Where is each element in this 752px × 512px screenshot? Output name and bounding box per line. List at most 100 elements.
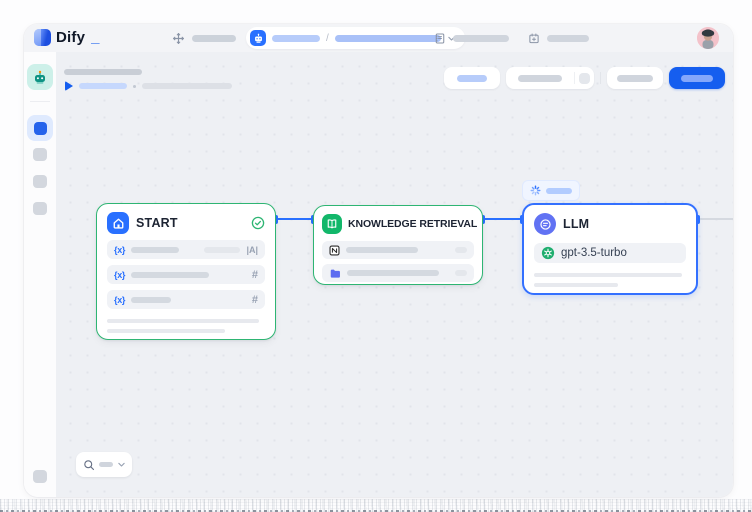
preview-button[interactable]: [607, 67, 663, 89]
placeholder-bar: [192, 35, 236, 42]
move-icon: [172, 32, 185, 45]
placeholder-bar: [546, 188, 572, 194]
sidebar-item[interactable]: [33, 175, 47, 188]
edge-knowledge-to-llm: [483, 218, 522, 220]
placeholder-bar: [142, 83, 232, 89]
canvas-toolbar: [444, 67, 725, 89]
app-selector[interactable]: /: [246, 27, 465, 49]
node-description: [534, 273, 686, 287]
robot-icon: [250, 30, 266, 46]
run-button[interactable]: [506, 67, 574, 89]
node-title: START: [136, 216, 244, 230]
sidebar-item-settings[interactable]: [33, 470, 47, 483]
run-info: [65, 81, 232, 91]
left-sidebar: [24, 52, 56, 497]
sidebar-divider: [30, 101, 50, 102]
workflow-title-placeholder: [64, 69, 142, 75]
notion-icon: [329, 245, 340, 256]
llm-running-badge: [522, 180, 580, 201]
text-type-icon: |A|: [246, 245, 258, 255]
workflow-canvas[interactable]: START {x} |A| {x} # {x} #: [56, 52, 733, 497]
node-header: START: [107, 212, 265, 234]
node-header: KNOWLEDGE RETRIEVAL: [322, 214, 474, 234]
publish-button[interactable]: [669, 67, 725, 89]
placeholder-square: [579, 73, 590, 84]
top-header: Dify _ /: [24, 24, 733, 52]
workspace-switcher[interactable]: [172, 24, 236, 52]
node-title: KNOWLEDGE RETRIEVAL: [348, 218, 477, 230]
path-separator: /: [326, 33, 329, 44]
placeholder-bar: [131, 272, 209, 278]
calendar-plus-icon: [528, 32, 540, 45]
placeholder-bar: [455, 270, 467, 276]
placeholder-bar: [335, 35, 441, 42]
variable-row[interactable]: {x} #: [107, 265, 265, 284]
number-type-icon: #: [252, 294, 258, 306]
placeholder-bar: [617, 75, 653, 82]
features-button[interactable]: [444, 67, 500, 89]
dot-separator: [133, 85, 136, 88]
dataset-row[interactable]: [322, 241, 474, 259]
placeholder-bar: [457, 75, 487, 82]
check-circle-icon: [251, 216, 265, 230]
placeholder-bar: [272, 35, 320, 42]
variable-row[interactable]: {x} |A|: [107, 240, 265, 259]
placeholder-bar: [107, 329, 225, 333]
node-llm[interactable]: LLM gpt-3.5-turbo: [522, 203, 698, 295]
screenshot-noise-artifact: [0, 499, 752, 512]
placeholder-bar: [547, 35, 589, 42]
app-window: Dify _ /: [24, 24, 733, 497]
placeholder-bar: [681, 75, 713, 82]
play-icon[interactable]: [65, 81, 73, 91]
sidebar-item-workflow-active[interactable]: [27, 115, 53, 141]
sidebar-item[interactable]: [33, 202, 47, 215]
placeholder-bar: [347, 270, 439, 276]
placeholder-bar: [455, 247, 467, 253]
run-app-split-button[interactable]: [506, 67, 594, 89]
model-name: gpt-3.5-turbo: [561, 247, 627, 259]
zoom-control[interactable]: [76, 452, 132, 477]
node-title: LLM: [563, 217, 686, 231]
placeholder-bar: [131, 247, 179, 253]
variable-icon: {x}: [114, 295, 125, 305]
more-button[interactable]: [575, 67, 594, 89]
notebook-icon: [434, 32, 446, 45]
placeholder-bar: [534, 273, 682, 277]
brand-wordmark: Dify: [56, 29, 85, 46]
placeholder-bar: [346, 247, 418, 253]
placeholder-bar: [518, 75, 562, 82]
placeholder-bar: [453, 35, 509, 42]
variable-icon: {x}: [114, 270, 125, 280]
node-start[interactable]: START {x} |A| {x} # {x} #: [96, 203, 276, 340]
user-avatar[interactable]: [697, 27, 719, 49]
placeholder-bar: [204, 247, 240, 253]
dify-logo-icon: [34, 29, 51, 46]
edge-llm-to-offscreen: [698, 218, 733, 220]
variable-icon: {x}: [114, 245, 125, 255]
placeholder-bar: [534, 283, 618, 287]
model-row[interactable]: gpt-3.5-turbo: [534, 243, 686, 263]
zoom-value-placeholder: [99, 462, 113, 467]
dify-logo: Dify _: [34, 29, 99, 46]
node-knowledge-retrieval[interactable]: KNOWLEDGE RETRIEVAL: [313, 205, 483, 285]
dataset-row[interactable]: [322, 264, 474, 282]
sidebar-item[interactable]: [33, 148, 47, 161]
llm-icon: [534, 213, 556, 235]
chevron-down-icon: [117, 460, 126, 469]
sidebar-app-icon[interactable]: [27, 64, 53, 90]
node-description: [107, 319, 265, 333]
edge-start-to-knowledge: [276, 218, 313, 220]
changelog-link[interactable]: [434, 24, 509, 52]
placeholder-bar: [107, 319, 259, 323]
home-icon: [107, 212, 129, 234]
node-header: LLM: [534, 213, 686, 235]
toolbar-divider: [600, 72, 601, 84]
placeholder-bar: [131, 297, 171, 303]
book-open-icon: [322, 214, 342, 234]
variable-row[interactable]: {x} #: [107, 290, 265, 309]
brand-cursor: _: [91, 29, 99, 46]
schedule-link[interactable]: [528, 24, 589, 52]
magnifier-icon: [83, 459, 95, 471]
folder-icon: [329, 268, 341, 279]
workflow-icon: [34, 122, 47, 135]
